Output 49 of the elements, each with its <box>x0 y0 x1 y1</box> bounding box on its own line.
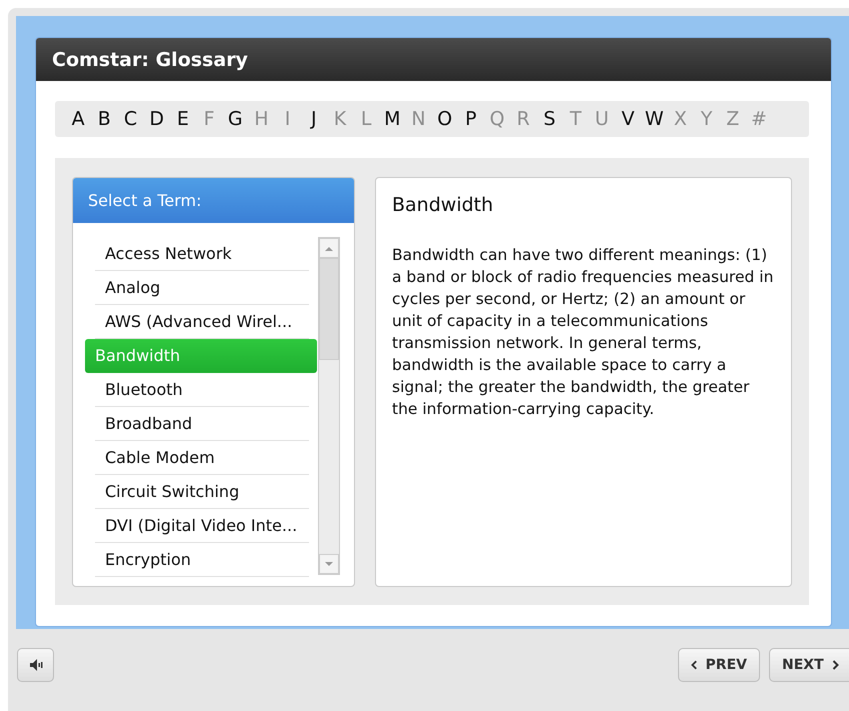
scroll-up-icon[interactable] <box>319 238 339 258</box>
definition-text: Bandwidth can have two different meanings: (1) a band or block of radio frequencies measured in cycles per second, or Hertz; (2) an amount or unit of capacity in a telecommunications transmission network. In general terms, bandwidth is the available space to carry a signal; the greater the bandwidth, the greater the information-carrying capacity. <box>392 245 774 420</box>
letter-link: N <box>410 108 427 130</box>
window-title: Comstar: Glossary <box>52 48 248 70</box>
letter-link: T <box>568 108 582 130</box>
letter-link[interactable]: V <box>614 108 642 130</box>
prev-button[interactable]: PREV <box>678 648 760 682</box>
letter-link: Z <box>725 108 740 130</box>
letter-link: H <box>253 108 270 130</box>
term-item[interactable]: Circuit Switching <box>95 475 309 509</box>
letter-link: U <box>594 108 610 130</box>
term-item[interactable]: Bluetooth <box>95 373 309 407</box>
letter-link[interactable]: J <box>300 108 327 130</box>
scrollbar[interactable] <box>318 237 340 575</box>
term-item[interactable]: Encryption <box>95 543 309 577</box>
letter-link: K <box>332 108 348 130</box>
sound-button[interactable] <box>17 648 54 682</box>
letter-link: X <box>672 108 688 130</box>
letter-link: F <box>202 108 216 130</box>
scroll-thumb[interactable] <box>319 258 339 360</box>
letter-link[interactable]: W <box>641 108 668 130</box>
letter-link: Q <box>488 108 506 130</box>
term-item[interactable]: Analog <box>95 271 309 305</box>
speaker-icon <box>28 658 42 672</box>
scroll-down-icon[interactable] <box>319 554 339 574</box>
letter-link[interactable]: C <box>117 108 144 130</box>
term-item[interactable]: Cable Modem <box>95 441 309 475</box>
next-button[interactable]: NEXT <box>769 648 849 682</box>
chevron-icon <box>691 660 698 670</box>
letter-link[interactable]: O <box>432 108 458 130</box>
term-title: Bandwidth <box>392 194 494 216</box>
term-item[interactable]: Access Network <box>95 237 309 271</box>
letter-link: R <box>516 108 531 130</box>
letter-link[interactable]: B <box>91 108 118 130</box>
letter-link[interactable]: D <box>144 108 170 130</box>
letter-link: Y <box>700 108 714 130</box>
letter-link: L <box>360 108 372 130</box>
letter-link[interactable]: E <box>170 108 196 130</box>
letter-link[interactable]: P <box>458 108 484 130</box>
chevron-icon <box>832 660 839 670</box>
term-item[interactable]: Broadband <box>95 407 309 441</box>
letter-link[interactable]: M <box>379 108 406 130</box>
letter-link[interactable]: S <box>536 108 563 130</box>
letter-link: I <box>284 108 292 130</box>
term-panel-heading: Select a Term: <box>73 178 354 223</box>
letter-link: # <box>750 108 768 130</box>
term-item[interactable]: DVI (Digital Video Inte... <box>95 509 309 543</box>
letter-link[interactable]: A <box>65 108 92 130</box>
letter-link[interactable]: G <box>222 108 248 130</box>
